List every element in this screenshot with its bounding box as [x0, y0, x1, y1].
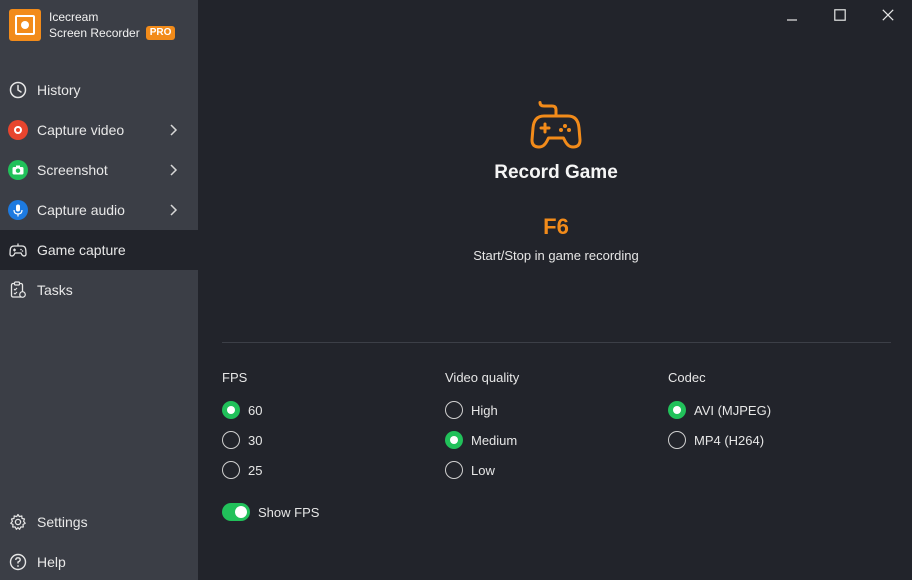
sidebar-item-label: Tasks — [37, 282, 73, 298]
sidebar-item-capture-audio[interactable]: Capture audio — [0, 190, 198, 230]
chevron-right-icon — [170, 164, 178, 176]
clock-icon — [8, 80, 28, 100]
microphone-icon — [8, 200, 28, 220]
hotkey-description: Start/Stop in game recording — [473, 248, 639, 263]
tasks-icon — [8, 280, 28, 300]
radio-unselected-icon — [445, 461, 463, 479]
sidebar-item-label: Game capture — [37, 242, 126, 258]
sidebar-item-game-capture[interactable]: Game capture — [0, 230, 198, 270]
maximize-icon — [834, 9, 846, 21]
radio-label: Low — [471, 462, 495, 478]
logo-icon — [9, 9, 41, 41]
chevron-right-icon — [170, 204, 178, 216]
fps-option-25[interactable]: 25 — [222, 455, 262, 485]
gamepad-icon — [8, 240, 28, 260]
chevron-right-icon — [170, 124, 178, 136]
sidebar-item-label: Capture video — [37, 122, 125, 138]
codec-group: Codec AVI (MJPEG) MP4 (H264) — [668, 370, 771, 455]
fps-option-30[interactable]: 30 — [222, 425, 262, 455]
radio-unselected-icon — [668, 431, 686, 449]
quality-option-high[interactable]: High — [445, 395, 519, 425]
radio-selected-icon — [222, 401, 240, 419]
radio-label: 60 — [248, 402, 263, 418]
fps-group: FPS 60 30 25 — [222, 370, 262, 485]
minimize-icon — [787, 19, 797, 21]
radio-unselected-icon — [222, 461, 240, 479]
radio-label: 30 — [248, 432, 263, 448]
hotkey-label[interactable]: F6 — [400, 214, 712, 240]
video-quality-title: Video quality — [445, 370, 520, 385]
camera-icon — [8, 160, 28, 180]
sidebar: Icecream Screen Recorder PRO History Cap… — [0, 0, 198, 580]
fps-title: FPS — [222, 370, 248, 385]
radio-unselected-icon — [445, 401, 463, 419]
radio-label: Medium — [471, 432, 518, 448]
close-button[interactable] — [864, 4, 912, 26]
codec-option-avi[interactable]: AVI (MJPEG) — [668, 395, 771, 425]
gear-icon — [8, 512, 28, 532]
radio-label: High — [471, 402, 498, 418]
record-icon — [8, 120, 28, 140]
radio-label: MP4 (H264) — [694, 432, 765, 448]
window-controls — [768, 4, 912, 26]
radio-selected-icon — [668, 401, 686, 419]
radio-selected-icon — [445, 431, 463, 449]
app-name-line2: Screen Recorder — [49, 26, 140, 40]
pro-badge: PRO — [145, 26, 176, 40]
toggle-switch[interactable] — [222, 503, 250, 521]
sidebar-item-label: History — [37, 82, 81, 98]
app-name-line1: Icecream — [49, 10, 99, 24]
minimize-button[interactable] — [768, 4, 816, 26]
quality-option-medium[interactable]: Medium — [445, 425, 519, 455]
quality-option-low[interactable]: Low — [445, 455, 519, 485]
gamepad-icon — [530, 101, 582, 149]
close-icon — [882, 9, 894, 21]
sidebar-item-history[interactable]: History — [0, 70, 198, 110]
sidebar-nav: History Capture video Screenshot Capture… — [0, 70, 198, 310]
sidebar-bottom: Settings Help — [0, 502, 198, 580]
sidebar-item-label: Screenshot — [37, 162, 108, 178]
page-title: Record Game — [494, 162, 618, 183]
radio-label: AVI (MJPEG) — [694, 402, 772, 418]
sidebar-item-settings[interactable]: Settings — [0, 502, 198, 542]
sidebar-item-label: Help — [37, 554, 66, 570]
show-fps-toggle[interactable]: Show FPS — [222, 503, 319, 521]
codec-option-mp4[interactable]: MP4 (H264) — [668, 425, 771, 455]
sidebar-item-tasks[interactable]: Tasks — [0, 270, 198, 310]
radio-label: 25 — [248, 462, 263, 478]
sidebar-item-label: Settings — [37, 514, 88, 530]
video-quality-group: Video quality High Medium Low — [445, 370, 519, 485]
sidebar-item-screenshot[interactable]: Screenshot — [0, 150, 198, 190]
divider — [222, 342, 891, 343]
radio-unselected-icon — [222, 431, 240, 449]
app-logo: Icecream Screen Recorder PRO — [9, 9, 176, 41]
sidebar-item-help[interactable]: Help — [0, 542, 198, 580]
codec-title: Codec — [668, 370, 706, 385]
help-icon — [8, 552, 28, 572]
show-fps-label: Show FPS — [258, 504, 320, 520]
maximize-button[interactable] — [816, 4, 864, 26]
sidebar-item-label: Capture audio — [37, 202, 125, 218]
sidebar-item-capture-video[interactable]: Capture video — [0, 110, 198, 150]
fps-option-60[interactable]: 60 — [222, 395, 262, 425]
